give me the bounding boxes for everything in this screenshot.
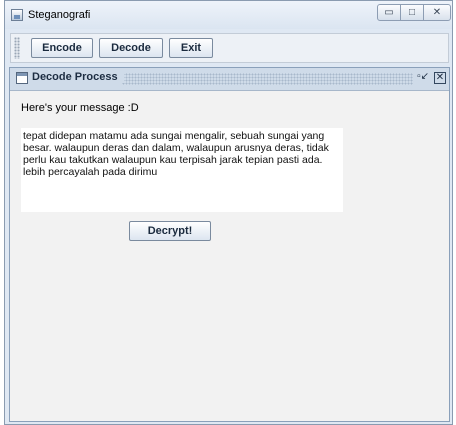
close-icon[interactable]: ✕: [434, 72, 446, 84]
restore-icon[interactable]: ▫↙: [417, 71, 429, 82]
decode-process-panel: Here's your message :D tepat didepan mat…: [10, 91, 449, 421]
toolbar: Encode Decode Exit: [10, 33, 449, 63]
exit-button[interactable]: Exit: [169, 38, 213, 58]
close-button[interactable]: ✕: [423, 4, 451, 21]
app-icon: [11, 9, 23, 21]
window-title: Steganografi: [28, 9, 91, 21]
app-window: Steganografi ▭ □ ✕ Encode Decode Exit De…: [4, 0, 453, 425]
title-bar-texture: [122, 73, 413, 85]
internal-frame-title-bar[interactable]: Decode Process ▫↙ ✕: [10, 68, 449, 91]
frame-title: Decode Process: [32, 71, 124, 83]
decode-button[interactable]: Decode: [99, 38, 163, 58]
encode-button[interactable]: Encode: [31, 38, 93, 58]
message-text-area[interactable]: tepat didepan matamu ada sungai mengalir…: [21, 128, 343, 212]
desktop-pane: Decode Process ▫↙ ✕ Here's your message …: [9, 67, 450, 422]
message-heading: Here's your message :D: [21, 102, 139, 114]
title-bar[interactable]: Steganografi ▭ □ ✕: [5, 1, 452, 29]
toolbar-grip[interactable]: [14, 37, 20, 59]
maximize-button[interactable]: □: [400, 4, 424, 21]
minimize-button[interactable]: ▭: [377, 4, 401, 21]
decrypt-button[interactable]: Decrypt!: [129, 221, 211, 241]
frame-icon: [16, 72, 28, 84]
